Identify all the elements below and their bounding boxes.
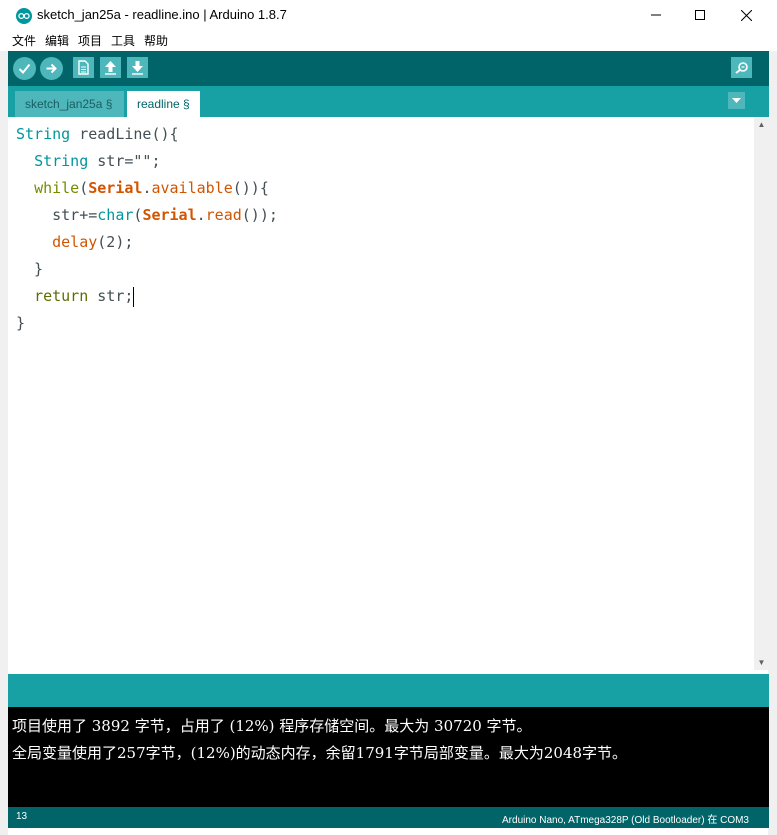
maximize-button[interactable] [677,0,723,30]
maximize-icon [695,10,705,20]
menu-file[interactable]: 文件 [12,32,36,49]
board-info: Arduino Nano, ATmega328P (Old Bootloader… [502,815,749,826]
upload-button[interactable] [40,57,63,80]
arduino-logo-icon [16,8,32,24]
close-icon [740,9,752,21]
scroll-down-icon[interactable]: ▼ [754,655,769,670]
console-line: 全局变量使用了257字节，(12%)的动态内存，余留1791字节局部变量。最大为… [12,744,628,762]
code-line: } [16,314,26,332]
check-icon [18,63,31,74]
code-line: return str; [34,286,135,307]
code-line: str+=char(Serial.read()); [16,206,278,224]
status-bar: 13 Arduino Nano, ATmega328P (Old Bootloa… [8,807,769,828]
background-window-edge [0,51,8,835]
menu-edit[interactable]: 编辑 [45,32,69,49]
code-line: String readLine(){ [16,125,179,143]
console-output: 项目使用了 3892 字节，占用了 (12%) 程序存储空间。最大为 30720… [8,707,769,807]
console-line: 项目使用了 3892 字节，占用了 (12%) 程序存储空间。最大为 30720… [12,717,532,735]
menu-bar: 文件 编辑 项目 工具 帮助 [0,30,777,51]
close-button[interactable] [723,0,769,30]
tab-bar: sketch_jan25a § readline § [8,86,769,117]
scroll-up-icon[interactable]: ▲ [754,117,769,132]
code-line: delay(2); [52,233,134,251]
minimize-icon [651,14,661,16]
minimize-button[interactable] [633,0,679,30]
line-number: 13 [16,811,28,822]
toolbar [8,51,769,86]
background-window-edge-right [768,51,777,835]
menu-tools[interactable]: 工具 [111,32,135,49]
text-cursor [133,286,135,307]
code-line: } [16,260,44,278]
verify-button[interactable] [13,57,36,80]
new-file-icon [78,60,89,75]
arrow-down-icon [132,61,143,75]
save-button[interactable] [127,57,148,78]
console-header [8,674,769,707]
arrow-right-icon [46,63,57,74]
tab-sketch-jan25a[interactable]: sketch_jan25a § [15,91,124,117]
tab-readline[interactable]: readline § [127,91,200,117]
magnifier-icon [735,62,748,74]
editor-scrollbar[interactable]: ▲ ▼ [754,117,769,670]
menu-sketch[interactable]: 项目 [78,32,102,49]
window-title: sketch_jan25a - readline.ino | Arduino 1… [37,7,287,22]
title-bar: sketch_jan25a - readline.ino | Arduino 1… [0,0,777,30]
triangle-down-icon [732,98,741,103]
code-editor[interactable]: String readLine(){ String str=""; while(… [8,117,754,670]
serial-monitor-button[interactable] [731,57,752,78]
arrow-up-icon [105,61,116,75]
code-line: while(Serial.available()){ [34,179,269,197]
open-button[interactable] [100,57,121,78]
menu-help[interactable]: 帮助 [144,32,168,49]
new-button[interactable] [73,57,94,78]
code-line: String str=""; [34,152,161,170]
tab-menu-button[interactable] [728,92,745,109]
code-text: String readLine(){ String str=""; while(… [16,121,278,337]
